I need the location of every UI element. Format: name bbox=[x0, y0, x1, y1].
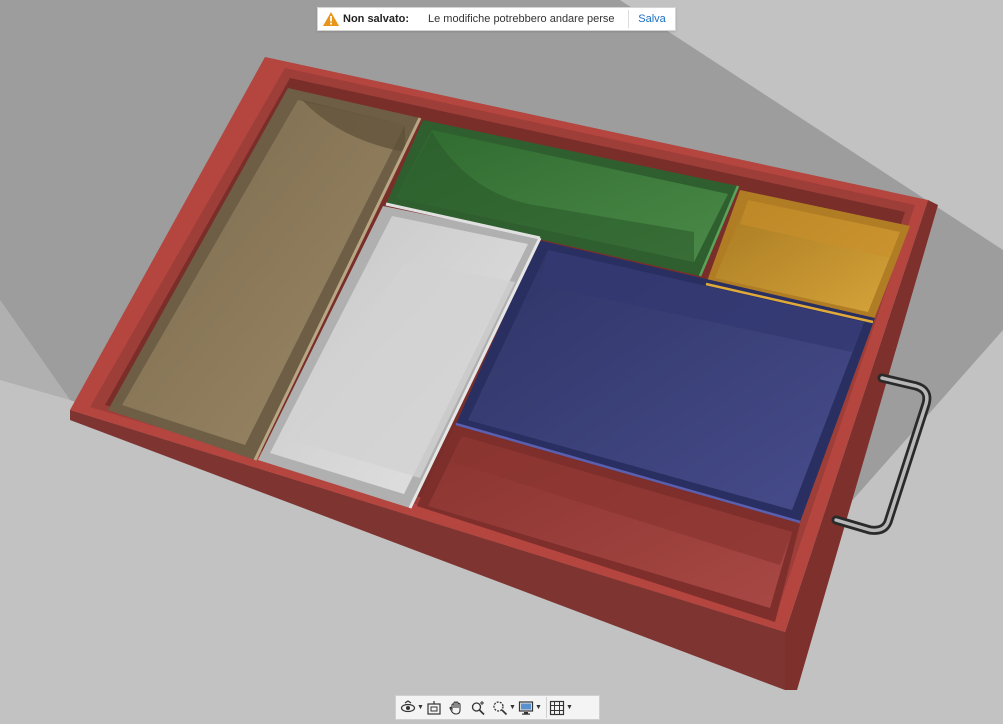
zoom-button[interactable] bbox=[470, 697, 492, 718]
look-at-icon bbox=[426, 700, 442, 716]
3d-viewport[interactable] bbox=[0, 0, 1003, 724]
navigation-toolbar: ▼ ▼ ▼ ▼ bbox=[395, 695, 600, 720]
chevron-down-icon: ▼ bbox=[535, 704, 542, 711]
chevron-down-icon: ▼ bbox=[509, 704, 516, 711]
warning-icon bbox=[321, 10, 341, 28]
notification-title: Non salvato: bbox=[343, 13, 410, 25]
zoom-icon bbox=[470, 700, 486, 716]
look-at-button[interactable] bbox=[426, 697, 448, 718]
fit-zoom-icon bbox=[492, 700, 508, 716]
chevron-down-icon: ▼ bbox=[417, 704, 424, 711]
grid-icon bbox=[549, 700, 565, 716]
chevron-down-icon: ▼ bbox=[566, 704, 573, 711]
fit-zoom-button[interactable]: ▼ bbox=[492, 697, 518, 718]
orbit-icon bbox=[400, 699, 416, 716]
display-settings-button[interactable]: ▼ bbox=[518, 697, 547, 718]
notification-message: Le modifiche potrebbero andare perse bbox=[428, 13, 615, 25]
orbit-button[interactable]: ▼ bbox=[400, 697, 426, 718]
pan-button[interactable] bbox=[448, 697, 470, 718]
grid-button[interactable]: ▼ bbox=[549, 697, 575, 718]
display-settings-icon bbox=[518, 700, 534, 716]
pan-hand-icon bbox=[448, 700, 464, 716]
unsaved-notification: Non salvato: Le modifiche potrebbero and… bbox=[317, 7, 676, 31]
save-link[interactable]: Salva bbox=[629, 8, 675, 30]
